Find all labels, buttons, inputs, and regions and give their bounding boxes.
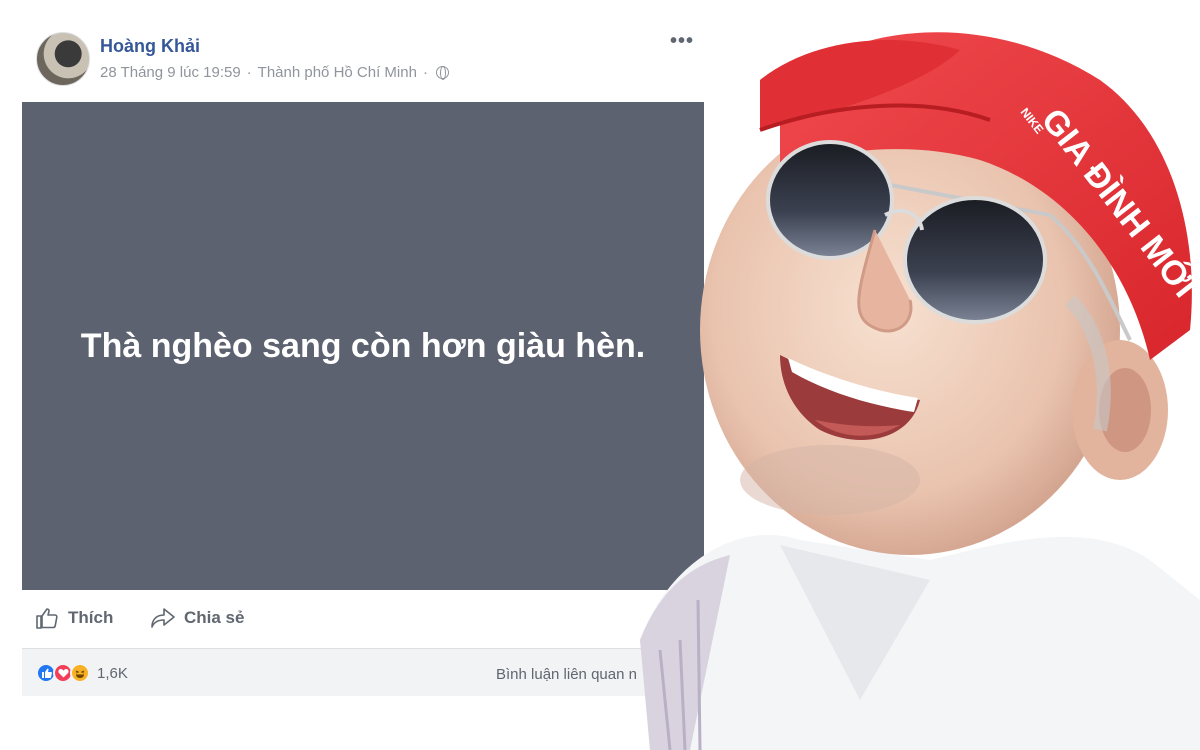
facebook-post: Hoàng Khải 28 Tháng 9 lúc 19:59 · Thành ph… bbox=[0, 0, 720, 750]
meta-separator: · bbox=[246, 64, 252, 81]
reactions-bar: 1,6K Bình luận liên quan n bbox=[22, 648, 704, 696]
post-meta: 28 Tháng 9 lúc 19:59 · Thành phố Hồ Chí Mi… bbox=[100, 64, 449, 81]
status-text: Thà nghèo sang còn hơn giàu hèn. bbox=[80, 327, 646, 365]
portrait-illustration: GIA ĐÌNH MỚI NIKE bbox=[640, 32, 1200, 750]
thumbs-up-icon bbox=[34, 606, 60, 630]
share-button[interactable]: Chia sẻ bbox=[150, 604, 244, 632]
status-background: Thà nghèo sang còn hơn giàu hèn. bbox=[22, 102, 704, 590]
post-header: Hoàng Khải 28 Tháng 9 lúc 19:59 · Thành ph… bbox=[36, 30, 706, 90]
meta-separator: · bbox=[422, 64, 428, 81]
post-actions: Thích Chia sẻ bbox=[22, 598, 704, 638]
like-label: Thích bbox=[68, 608, 114, 627]
like-button[interactable]: Thích bbox=[34, 604, 113, 632]
related-comments-link[interactable]: Bình luận liên quan n bbox=[496, 666, 637, 683]
share-arrow-icon bbox=[150, 606, 176, 630]
author-name[interactable]: Hoàng Khải bbox=[100, 36, 200, 57]
haha-reaction-icon bbox=[70, 663, 90, 683]
portrait-photo: GIA ĐÌNH MỚI NIKE bbox=[630, 0, 1200, 750]
share-label: Chia sẻ bbox=[184, 608, 245, 627]
post-location[interactable]: Thành phố Hồ Chí Minh bbox=[258, 64, 417, 81]
reaction-summary[interactable]: 1,6K bbox=[36, 663, 128, 683]
author-avatar[interactable] bbox=[36, 32, 90, 86]
post-date[interactable]: 28 Tháng 9 lúc 19:59 bbox=[100, 64, 241, 81]
globe-icon[interactable] bbox=[435, 66, 449, 80]
reaction-count: 1,6K bbox=[97, 664, 128, 682]
